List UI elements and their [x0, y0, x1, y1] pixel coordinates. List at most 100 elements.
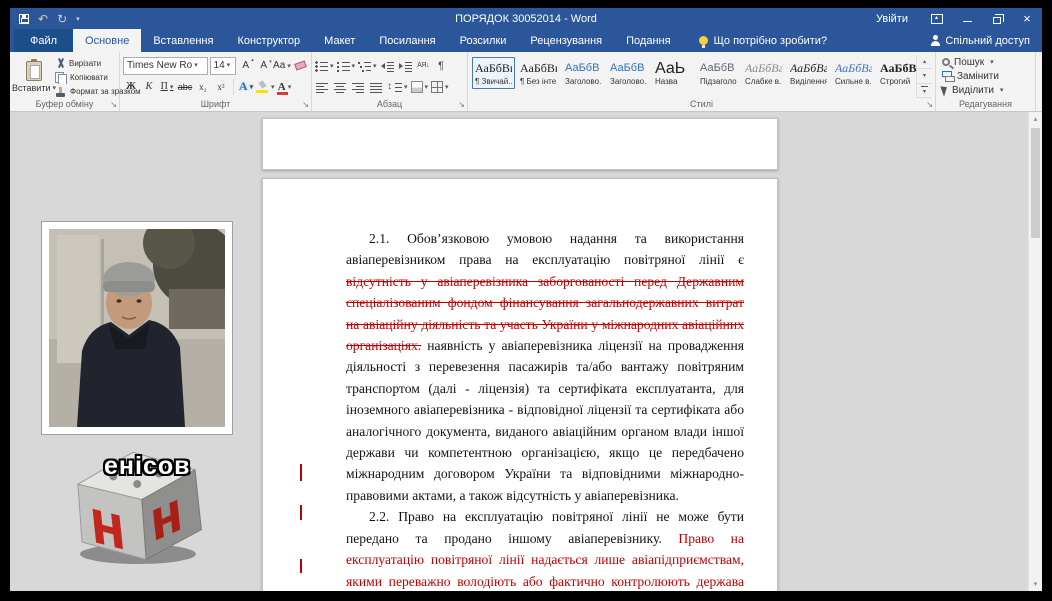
- text-effects-button[interactable]: А: [238, 78, 254, 96]
- multilevel-list-button[interactable]: [358, 57, 377, 75]
- style-item-strong[interactable]: АаБбВгГдСтрогий: [877, 57, 916, 89]
- tab-view[interactable]: Подання: [614, 29, 682, 52]
- clipboard-dialog-launcher-icon[interactable]: [110, 101, 117, 109]
- style-item-intense-emphasis[interactable]: АаБбВгГдСильне в...: [832, 57, 875, 89]
- strikethrough-button[interactable]: abc: [177, 78, 193, 96]
- page-1-bottom-fragment[interactable]: [262, 118, 778, 170]
- font-size-combo[interactable]: 14: [210, 57, 236, 75]
- style-item-title[interactable]: АаЬНазва: [652, 57, 695, 89]
- document-text[interactable]: 2.1. Обов’язковою умовою надання та вико…: [346, 228, 744, 591]
- font-color-button[interactable]: А: [277, 78, 293, 96]
- show-formatting-marks-button[interactable]: ¶: [434, 57, 449, 75]
- search-icon: [942, 58, 950, 66]
- tab-review[interactable]: Рецензування: [518, 29, 614, 52]
- restore-button[interactable]: [982, 8, 1012, 29]
- style-item-heading2[interactable]: АаБбВЗаголово...: [607, 57, 650, 89]
- lightbulb-icon: [699, 36, 708, 45]
- tab-references[interactable]: Посилання: [367, 29, 447, 52]
- numbering-button[interactable]: [337, 57, 356, 75]
- group-paragraph: АЯ↓ ¶ Абзац: [312, 52, 468, 111]
- share-button[interactable]: Спільний доступ: [920, 29, 1042, 52]
- sort-button[interactable]: АЯ↓: [416, 57, 431, 75]
- style-item-heading1[interactable]: АаБбВЗаголово...: [562, 57, 605, 89]
- style-name: Підзаголо...: [700, 77, 737, 87]
- style-item-subtle-emphasis[interactable]: АаБбВгГдСлабке в...: [742, 57, 785, 89]
- style-item-no-spacing[interactable]: АаБбВгГд¶ Без інте...: [517, 57, 560, 89]
- style-name: Заголово...: [565, 77, 602, 87]
- clipboard-group-label: Буфер обміну: [10, 98, 119, 111]
- replace-label: Замінити: [957, 71, 999, 82]
- style-preview: АаБбВгГд: [835, 60, 872, 77]
- align-right-icon: [352, 81, 365, 93]
- grow-font-button[interactable]: А: [238, 57, 254, 75]
- copy-icon: [55, 72, 67, 84]
- replace-button[interactable]: Замінити: [942, 69, 1032, 83]
- tab-insert[interactable]: Вставлення: [141, 29, 225, 52]
- scrollbar-thumb[interactable]: [1031, 128, 1040, 238]
- decrease-indent-button[interactable]: [380, 57, 395, 75]
- align-left-button[interactable]: [315, 78, 330, 96]
- scroll-up-icon[interactable]: [1029, 112, 1042, 126]
- tab-mailings[interactable]: Розсилки: [448, 29, 519, 52]
- change-case-button[interactable]: Аа: [274, 57, 290, 75]
- styles-scroll-down-icon[interactable]: [917, 69, 932, 83]
- clear-formatting-button[interactable]: [292, 57, 308, 75]
- minimize-button[interactable]: [952, 8, 982, 29]
- ribbon-display-options-button[interactable]: [922, 8, 952, 29]
- underline-button[interactable]: П: [159, 78, 175, 96]
- line-spacing-button[interactable]: [387, 78, 408, 96]
- bullets-button[interactable]: [315, 57, 334, 75]
- shading-button[interactable]: [411, 78, 429, 96]
- align-left-icon: [316, 81, 329, 93]
- align-right-button[interactable]: [351, 78, 366, 96]
- close-button[interactable]: ×: [1012, 8, 1042, 29]
- superscript-button[interactable]: х²: [213, 78, 229, 96]
- text-segment: 2.1. Обов’язковою умовою надання та вико…: [346, 231, 744, 267]
- tab-home[interactable]: Основне: [73, 29, 141, 52]
- tab-design[interactable]: Конструктор: [225, 29, 312, 52]
- justify-button[interactable]: [369, 78, 384, 96]
- font-dialog-launcher-icon[interactable]: [302, 101, 309, 109]
- style-preview: АаБбВгГд: [520, 60, 557, 77]
- save-icon[interactable]: [19, 14, 29, 24]
- sign-in-button[interactable]: Увійти: [862, 13, 922, 25]
- align-center-button[interactable]: [333, 78, 348, 96]
- tell-me-box[interactable]: Що потрібно зробити?: [699, 29, 828, 52]
- redo-icon[interactable]: ↻: [57, 14, 67, 24]
- increase-indent-button[interactable]: [398, 57, 413, 75]
- customize-qat-icon[interactable]: ▾: [76, 15, 80, 23]
- style-item-normal[interactable]: АаБбВгГд¶ Звичай...: [472, 57, 515, 89]
- italic-button[interactable]: К: [141, 78, 157, 96]
- styles-scroll-up-icon[interactable]: [917, 55, 932, 69]
- select-button[interactable]: Виділити: [942, 83, 1032, 97]
- style-name: Сильне в...: [835, 77, 872, 87]
- paragraph-dialog-launcher-icon[interactable]: [458, 101, 465, 109]
- align-center-icon: [334, 81, 347, 93]
- facecam-overlay: [42, 222, 232, 434]
- undo-icon[interactable]: ↶: [38, 14, 48, 24]
- find-button[interactable]: Пошук: [942, 55, 1032, 69]
- styles-gallery-more-icon[interactable]: [917, 84, 932, 98]
- style-item-subtitle[interactable]: АаБбВПідзаголо...: [697, 57, 740, 89]
- paragraph-group-label: Абзац: [312, 98, 467, 111]
- select-arrow-icon: [940, 84, 949, 96]
- subscript-button[interactable]: х₂: [195, 78, 211, 96]
- vertical-scrollbar[interactable]: [1028, 112, 1042, 591]
- scroll-down-icon[interactable]: [1029, 577, 1042, 591]
- shrink-font-button[interactable]: А: [256, 57, 272, 75]
- style-item-emphasis[interactable]: АаБбВгГдВиділення: [787, 57, 830, 89]
- styles-dialog-launcher-icon[interactable]: [926, 101, 933, 109]
- bold-button[interactable]: Ж: [123, 78, 139, 96]
- font-family-combo[interactable]: Times New Ro: [123, 57, 208, 75]
- facecam-photo-image: [49, 229, 225, 427]
- style-preview: АаБбВгГд: [790, 60, 827, 77]
- decrease-indent-icon: [381, 60, 394, 72]
- cut-label: Вирізати: [69, 59, 101, 68]
- tab-file[interactable]: Файл: [14, 29, 73, 52]
- highlight-color-button[interactable]: [256, 78, 275, 96]
- paste-button[interactable]: Вставити: [13, 55, 55, 98]
- shading-icon: [411, 81, 423, 93]
- borders-button[interactable]: [431, 78, 449, 96]
- page-2[interactable]: 2.1. Обов’язковою умовою надання та вико…: [262, 178, 778, 591]
- tab-layout[interactable]: Макет: [312, 29, 367, 52]
